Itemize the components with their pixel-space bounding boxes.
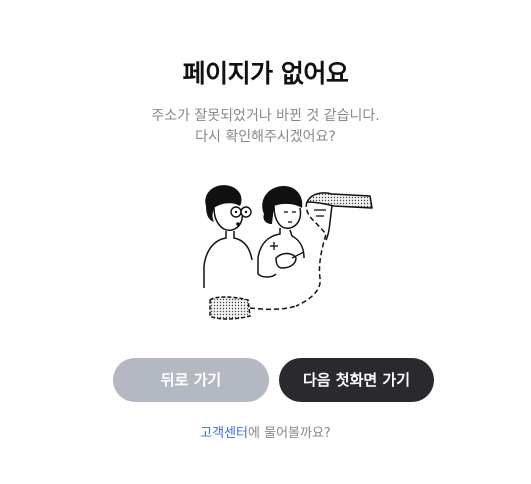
page-title: 페이지가 없어요: [182, 59, 349, 88]
not-found-page: 페이지가 없어요 주소가 잘못되었거나 바뀐 것 같습니다. 다시 확인해주시겠…: [0, 0, 531, 484]
go-to-home-button[interactable]: 다음 첫화면 가기: [279, 358, 434, 402]
error-message: 주소가 잘못되었거나 바뀐 것 같습니다. 다시 확인해주시겠어요?: [0, 106, 531, 148]
help-prompt-text: 에 물어볼까요?: [248, 426, 331, 441]
help-prompt: 고객센터에 물어볼까요?: [0, 422, 531, 441]
customer-center-link[interactable]: 고객센터: [200, 426, 248, 441]
two-people-reading-scroll-illustration: [203, 185, 373, 320]
error-message-line-1: 주소가 잘못되었거나 바뀐 것 같습니다.: [151, 108, 380, 124]
back-button[interactable]: 뒤로 가기: [113, 358, 269, 402]
error-message-line-2: 다시 확인해주시겠어요?: [195, 129, 336, 145]
